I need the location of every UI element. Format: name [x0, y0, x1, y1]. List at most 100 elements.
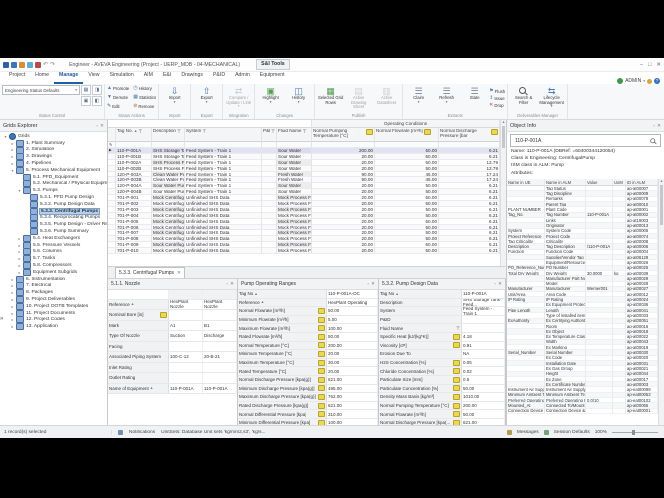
property-row-normal-flowrate-m-h[interactable]: Normal Flowrate [m³/h]50.00 [238, 307, 378, 316]
tree-expander-icon[interactable]: ▾ [10, 168, 15, 173]
tree-expander-icon[interactable]: ▸ [10, 317, 15, 322]
close-icon[interactable]: ✕ [100, 123, 104, 129]
property-value[interactable]: 110-P-001A [169, 384, 203, 394]
filter-icon[interactable] [271, 129, 275, 133]
property-row-specific-heat-kj-kg-k[interactable]: Specific Heat [kJ/(kg*K)]4.18 [379, 333, 505, 342]
sidebar-item-5-1-pfd-equipment[interactable]: 5.1. PFD_Equipment [3, 174, 107, 181]
ribbon-tab-e-i[interactable]: E&I [158, 70, 176, 82]
sort-ascending-icon[interactable]: ▲ [131, 302, 135, 306]
attribute-row[interactable]: Connection Device &Connection Device &ap… [507, 409, 658, 414]
tree-expander-icon[interactable]: ▸ [10, 161, 15, 166]
pin-icon[interactable]: ▫ [227, 281, 229, 287]
property-row-system[interactable]: SystemFeed System - Train 1 [379, 307, 505, 316]
property-row-name-of-equipment[interactable]: Name of Equipment▲110-P-001A110-P-001A [108, 384, 237, 395]
object-search-input[interactable] [513, 137, 649, 145]
flag-icon[interactable] [35, 62, 41, 68]
property-value[interactable]: A1 [169, 321, 203, 331]
grid-cell[interactable]: 20.00 [312, 248, 375, 254]
column-header-fluid-name[interactable]: Fluid Name [277, 128, 312, 142]
collapse-panel-chevron[interactable]: » [0, 316, 3, 322]
property-row-associated-piping-system[interactable]: Associated Piping System100-C-1220-B-21 [108, 352, 237, 363]
sidebar-item-3-drawings[interactable]: ▸3. Drawings [3, 153, 107, 160]
notifications-bell-icon[interactable] [647, 79, 652, 84]
property-row-reference[interactable]: Reference▲HexPlant Operating [238, 299, 378, 308]
filter-icon[interactable] [138, 129, 142, 133]
property-row-facing[interactable]: Facing [108, 342, 237, 353]
search-icon[interactable] [650, 138, 656, 144]
property-value[interactable]: Discharge [203, 331, 237, 341]
close-icon[interactable]: ✕ [498, 281, 502, 287]
property-value[interactable] [203, 363, 237, 373]
ribbon-tab-admin[interactable]: Admin [230, 70, 255, 82]
ribbon-button-claim[interactable]: ☰Claim▾ [405, 85, 432, 112]
ribbon-button-export[interactable]: ⇧Export▾ [193, 85, 220, 112]
scroll-up-icon[interactable]: ▲ [660, 179, 664, 184]
sort-ascending-icon[interactable]: ▲ [150, 386, 154, 390]
pin-icon[interactable]: ▫ [654, 123, 656, 129]
property-value[interactable]: 50.00 [327, 307, 378, 315]
sidebar-item-5-7-tanks[interactable]: ▸5.7. Tanks [3, 255, 107, 262]
property-value[interactable]: SHS Storage Tank Feed... [462, 299, 505, 307]
property-row-erosion-due-to[interactable]: Erosion Due ToNA [379, 350, 505, 359]
ribbon-button-highlight[interactable]: ▣Highlight▾ [257, 85, 284, 112]
ribbon-tab-manage[interactable]: Manage [54, 70, 83, 84]
context-tab-si-tools[interactable]: S&I Tools [256, 59, 290, 70]
property-value[interactable]: 100.00 [327, 324, 378, 332]
property-value[interactable]: 1010.00 [462, 393, 505, 401]
scroll-thumb[interactable] [502, 126, 505, 148]
property-row-tag-no[interactable]: Tag No▲110-P-001A-OC [238, 290, 378, 299]
sidebar-item-10-project-ootb-templates[interactable]: ▸10. Project OOTB Templates [3, 303, 107, 310]
ribbon-button-demote[interactable]: ▼Demote [107, 94, 129, 101]
property-row-particulate-size-mm[interactable]: Particulate Size [mm]0.5 [379, 376, 505, 385]
grid-cell[interactable]: Unfinished SHS Data [185, 248, 262, 254]
sort-ascending-icon[interactable]: ▲ [134, 129, 138, 133]
property-row-normal-flowrate-m-h[interactable]: Normal Flowrate [m³/h]50.00 [379, 410, 505, 419]
tree-expander-icon[interactable]: ▸ [17, 236, 22, 241]
tree-expander-icon[interactable]: ▸ [17, 249, 22, 254]
property-row-maximum-temperature-c[interactable]: Maximum Temperature [°C]30.00 [238, 359, 378, 368]
ribbon-tab-view[interactable]: View [83, 70, 104, 82]
property-value[interactable]: 0.91 [462, 342, 505, 350]
ribbon-button-compare-update-link[interactable]: ⇄Compare / Update / Link▾ [225, 85, 252, 112]
status-control-option-icon[interactable]: ▣ [81, 96, 91, 106]
property-row-minimum-discharge-pressure-kpa-g[interactable]: Minimum Discharge Pressure [kpa(g)]495.0… [238, 385, 378, 394]
pin-icon[interactable]: ▫ [495, 281, 497, 287]
tree-expander-icon[interactable]: ▸ [10, 141, 15, 146]
attributes-scrollbar[interactable]: ▲ [658, 179, 664, 425]
property-value[interactable] [169, 363, 203, 373]
column-header-p-id[interactable]: P&ID [262, 128, 277, 142]
minimize-icon[interactable]: – [640, 62, 643, 68]
property-row-maximum-discharge-pressure-kpa-g[interactable]: Maximum Discharge Pressure [kpa(g)]762.0… [238, 393, 378, 402]
engineering-status-defaults-select[interactable]: Engineering Status Defaults▾ [2, 85, 80, 95]
ribbon-button-lifecycle-management[interactable]: ⇆Lifecycle Management▾ [538, 85, 565, 112]
property-value[interactable]: 621.00 [327, 402, 378, 410]
sidebar-item-8-packages[interactable]: ▸8. Packages [3, 289, 107, 296]
grid-cell[interactable]: Mock Centrifugal... [152, 248, 185, 254]
property-row-type-of-nozzle[interactable]: Type Of NozzleSuctionDischarge [108, 331, 237, 342]
property-value[interactable] [462, 324, 505, 332]
select-all-cell[interactable] [108, 128, 116, 142]
tree-expander-icon[interactable]: ▸ [17, 256, 22, 261]
scroll-up-icon[interactable]: ▲ [502, 120, 506, 125]
property-value[interactable] [203, 373, 237, 383]
redo-icon[interactable]: ↷ [50, 62, 55, 68]
ribbon-button-flush[interactable]: ⚑Flush [489, 88, 505, 95]
filter-icon[interactable] [456, 326, 460, 330]
sidebar-item-13-application[interactable]: ▸13. Application [3, 323, 107, 330]
property-row-normal-pumping-temperature-c[interactable]: Normal Pumping Temperature [°C]200.00 [379, 402, 505, 411]
attr-column-header-name-in-alm[interactable]: Name in ALM [545, 179, 586, 186]
tree-expander-icon[interactable]: ▸ [10, 154, 15, 159]
ribbon-button-import[interactable]: ⇩Import▾ [161, 85, 188, 112]
property-value[interactable]: 20-B-21 [203, 352, 237, 362]
ribbon-button-selected-grid-rows[interactable]: ▦Selected Grid Rows [317, 85, 344, 112]
property-value[interactable]: 621.00 [327, 376, 378, 384]
property-value[interactable]: 4.18 [462, 333, 505, 341]
property-value[interactable]: 310.00 [327, 410, 378, 418]
property-row-chloride-concentration[interactable]: Chloride Concentration [%]0.02 [379, 367, 505, 376]
column-header-normal-pumping-temperature-c[interactable]: Normal Pumping Temperature [°C] [312, 128, 375, 142]
property-row-mark[interactable]: MarkA1B1 [108, 321, 237, 332]
property-row-p-id[interactable]: P&ID [379, 316, 505, 325]
grid-vertical-scrollbar[interactable]: ▲ [500, 120, 506, 266]
property-value[interactable]: 110-P-001A [203, 384, 237, 394]
sidebar-item-5-3-3-centrifugal-pumps[interactable]: 5.3.3. Centrifugal Pumps [3, 208, 107, 215]
